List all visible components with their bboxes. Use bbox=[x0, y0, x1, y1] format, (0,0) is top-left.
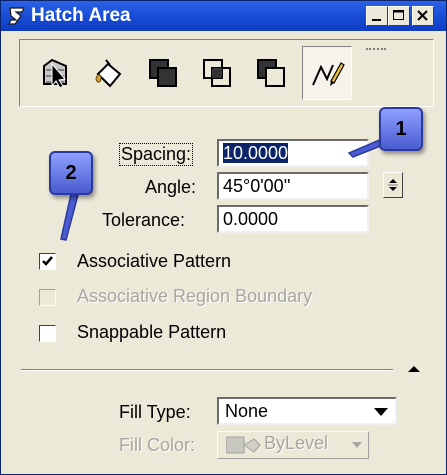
snappable-pattern-label: Snappable Pattern bbox=[77, 322, 227, 342]
spacing-input[interactable]: 10.0000 bbox=[217, 139, 369, 167]
toolbar-overflow-grip bbox=[366, 48, 386, 53]
fill-type-select[interactable]: None bbox=[217, 397, 397, 425]
collapse-up-icon[interactable] bbox=[406, 363, 422, 375]
associative-region-boundary-checkbox bbox=[39, 289, 56, 306]
hatch-method-toolbar bbox=[19, 39, 434, 107]
callout-number: 2 bbox=[65, 162, 77, 184]
chevron-down-icon bbox=[374, 408, 388, 416]
tool-intersection[interactable] bbox=[192, 46, 242, 100]
checkmark-icon bbox=[42, 256, 53, 266]
window-title: Hatch Area bbox=[31, 5, 131, 26]
color-swatch-icon bbox=[226, 436, 261, 454]
fill-color-value: ByLevel bbox=[264, 433, 329, 453]
angle-value: 45°0'00'' bbox=[223, 176, 291, 196]
points-icon bbox=[312, 62, 345, 86]
hatch-area-window: Hatch Area Spacing: 10.0000 Angle: 45°0'… bbox=[0, 0, 447, 475]
fill-color-label: Fill Color: bbox=[119, 435, 196, 455]
fill-type-label: Fill Type: bbox=[119, 402, 191, 422]
fill-type-value: None bbox=[225, 401, 269, 421]
angle-spinner[interactable] bbox=[383, 172, 403, 198]
microstation-logo-icon bbox=[8, 7, 25, 25]
associative-pattern-label: Associative Pattern bbox=[77, 251, 232, 271]
callout-badge-1: 1 bbox=[379, 107, 423, 151]
tool-difference[interactable] bbox=[246, 46, 296, 100]
tool-flood[interactable] bbox=[84, 46, 134, 100]
minimize-icon bbox=[372, 19, 381, 21]
tool-union[interactable] bbox=[138, 46, 188, 100]
spacing-label: Spacing: bbox=[119, 143, 194, 166]
intersection-icon bbox=[203, 59, 231, 87]
title-bar[interactable]: Hatch Area bbox=[1, 1, 446, 31]
close-icon bbox=[417, 10, 428, 21]
angle-input[interactable]: 45°0'00'' bbox=[217, 172, 369, 200]
union-icon bbox=[149, 59, 177, 87]
callout-badge-2: 2 bbox=[49, 151, 93, 195]
callout-number: 1 bbox=[395, 118, 407, 140]
spinner-arrows-icon bbox=[388, 179, 398, 191]
snappable-pattern-checkbox[interactable] bbox=[39, 325, 56, 342]
associative-pattern-checkbox[interactable] bbox=[39, 253, 56, 270]
minimize-button[interactable] bbox=[366, 6, 388, 26]
maximize-button[interactable] bbox=[388, 6, 410, 26]
section-divider bbox=[21, 369, 393, 371]
tolerance-label: Tolerance: bbox=[102, 210, 186, 230]
chevron-down-icon bbox=[352, 442, 362, 448]
angle-label: Angle: bbox=[145, 177, 197, 197]
flood-fill-icon bbox=[95, 59, 122, 88]
tolerance-value: 0.0000 bbox=[223, 209, 279, 229]
fill-color-picker: ByLevel bbox=[217, 431, 369, 459]
close-button[interactable] bbox=[412, 6, 434, 26]
maximize-icon bbox=[393, 10, 404, 20]
tolerance-input[interactable]: 0.0000 bbox=[217, 205, 369, 233]
spacing-value: 10.0000 bbox=[223, 143, 289, 163]
difference-icon bbox=[257, 59, 285, 87]
element-select-icon bbox=[43, 58, 67, 89]
tool-points[interactable] bbox=[302, 46, 352, 100]
tool-element[interactable] bbox=[30, 46, 80, 100]
associative-region-boundary-label: Associative Region Boundary bbox=[77, 286, 313, 306]
